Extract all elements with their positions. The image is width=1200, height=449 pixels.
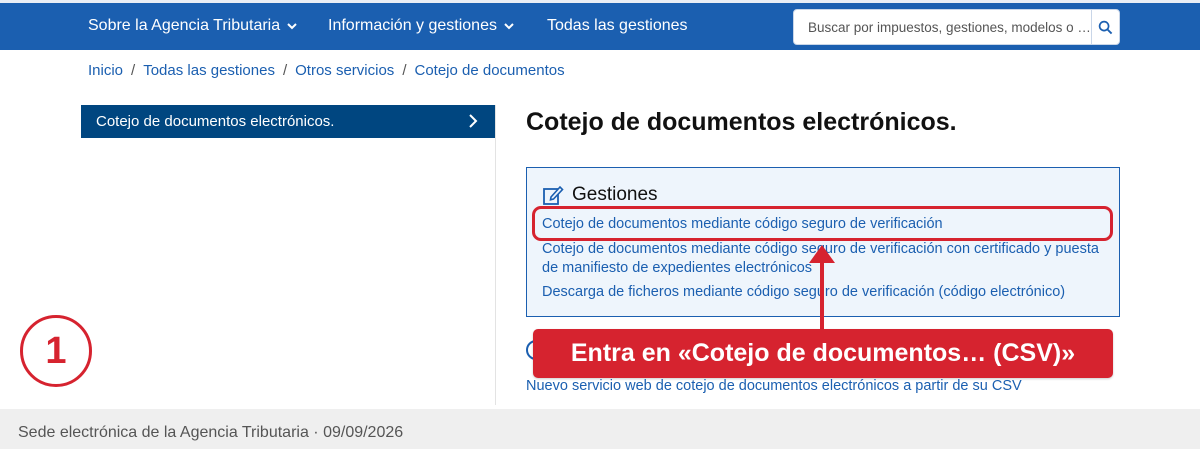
breadcrumb-separator: / <box>282 62 288 79</box>
breadcrumb: Inicio / Todas las gestiones / Otros ser… <box>88 62 565 79</box>
page: Sobre la Agencia Tributaria Información … <box>0 0 1200 449</box>
nav-item-sobre-agencia[interactable]: Sobre la Agencia Tributaria <box>88 17 298 35</box>
annotation-callout: Entra en «Cotejo de documentos… (CSV)» <box>533 329 1113 378</box>
arrow-shaft <box>820 256 824 329</box>
gestiones-heading-label: Gestiones <box>572 184 658 205</box>
nav-item-todas-gestiones[interactable]: Todas las gestiones <box>547 17 688 35</box>
breadcrumb-separator: / <box>402 62 407 79</box>
nav-item-informacion-gestiones[interactable]: Información y gestiones <box>328 17 515 35</box>
page-title: Cotejo de documentos electrónicos. <box>526 108 957 136</box>
nav-item-label: Información y gestiones <box>328 17 497 34</box>
breadcrumb-cotejo[interactable]: Cotejo de documentos <box>414 62 564 79</box>
search-box <box>793 9 1120 45</box>
chevron-right-icon <box>469 114 478 128</box>
sidebar-item-cotejo[interactable]: Cotejo de documentos electrónicos. <box>81 105 495 138</box>
breadcrumb-inicio[interactable]: Inicio <box>88 62 123 79</box>
top-navigation-bar: Sobre la Agencia Tributaria Información … <box>0 0 1200 50</box>
search-button[interactable] <box>1091 10 1119 44</box>
nuevo-servicio-link[interactable]: Nuevo servicio web de cotejo de document… <box>526 378 1022 394</box>
step-number-badge: 1 <box>20 315 92 387</box>
chevron-down-icon <box>504 23 514 30</box>
breadcrumb-todas-gestiones[interactable]: Todas las gestiones <box>143 62 275 79</box>
breadcrumb-otros-servicios[interactable]: Otros servicios <box>295 62 394 79</box>
footer: Sede electrónica de la Agencia Tributari… <box>0 409 1200 449</box>
sidebar-item-label: Cotejo de documentos electrónicos. <box>96 113 335 130</box>
sidebar-divider <box>495 105 496 405</box>
highlight-oval <box>532 206 1113 241</box>
search-input[interactable] <box>794 10 1091 44</box>
gestiones-heading: Gestiones <box>542 184 658 206</box>
edit-icon <box>543 185 564 205</box>
nav-item-label: Sobre la Agencia Tributaria <box>88 17 281 34</box>
chevron-down-icon <box>287 23 297 30</box>
search-icon <box>1098 20 1113 34</box>
breadcrumb-separator: / <box>131 62 136 79</box>
nav-item-label: Todas las gestiones <box>547 17 688 34</box>
